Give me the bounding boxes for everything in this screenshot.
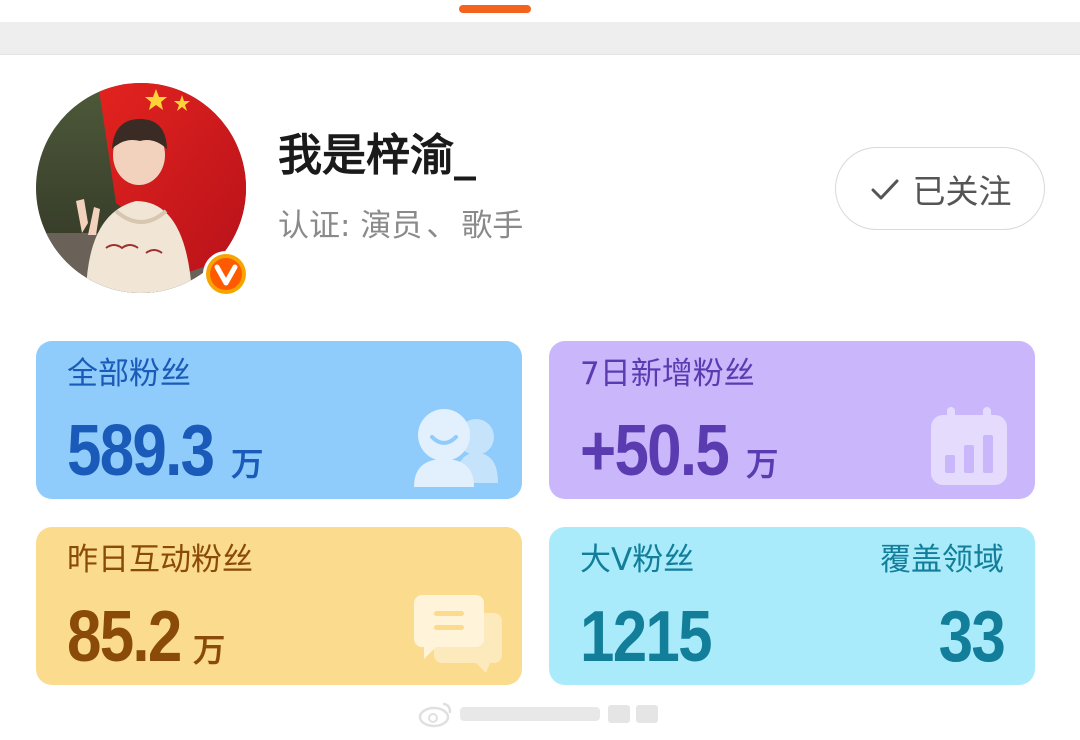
value-unit: 万: [231, 445, 264, 483]
big-v-fans-card[interactable]: 大V粉丝 覆盖领域 1215 33: [549, 527, 1035, 685]
big-v-fans-label: 大V粉丝: [580, 542, 695, 578]
verification-role: 演员: [360, 208, 423, 244]
watermark: [418, 700, 660, 728]
weibo-logo-icon: [418, 702, 452, 728]
value-number: +50.5: [580, 411, 730, 491]
interactive-fans-value: 85.2 万: [67, 597, 225, 685]
coverage-fields-value: 33: [928, 597, 1006, 685]
top-bar: [0, 0, 1080, 22]
value-unit: 万: [193, 631, 226, 669]
big-v-fans-value: 1215: [580, 597, 732, 685]
card-label: 7日新增粉丝: [580, 356, 755, 392]
smiley-people-icon: [414, 409, 498, 487]
calendar-chart-icon: [931, 407, 1007, 485]
total-fans-value: 589.3 万: [67, 411, 263, 499]
verification-separator: 、: [426, 208, 458, 244]
verification-label: 认证:: [278, 208, 351, 244]
new-fans-7d-card[interactable]: 7日新增粉丝 +50.5 万: [549, 341, 1035, 499]
section-divider: [0, 22, 1080, 55]
follow-button[interactable]: 已关注: [835, 147, 1045, 230]
value-unit: 万: [746, 445, 779, 483]
follow-button-label: 已关注: [912, 171, 1012, 211]
chat-bubbles-icon: [414, 595, 502, 673]
total-fans-card[interactable]: 全部粉丝 589.3 万: [36, 341, 522, 499]
verified-badge-icon: [202, 250, 250, 298]
value-number: 589.3: [67, 411, 215, 491]
profile-name: 我是梓渝_: [278, 130, 476, 181]
value-number: 1215: [580, 597, 713, 677]
checkmark-icon: [871, 179, 898, 199]
card-label: 昨日互动粉丝: [67, 542, 253, 578]
card-label: 全部粉丝: [67, 356, 191, 392]
active-tab-indicator: [459, 5, 531, 13]
coverage-fields-label: 覆盖领域: [880, 542, 1004, 578]
value-number: 33: [938, 597, 1006, 677]
interactive-fans-card[interactable]: 昨日互动粉丝 85.2 万: [36, 527, 522, 685]
new-fans-7d-value: +50.5 万: [580, 411, 778, 499]
watermark-handle-graphic: [460, 705, 658, 723]
verification-role: 歌手: [461, 208, 524, 244]
value-number: 85.2: [67, 597, 182, 677]
verification-info: 认证: 演员、歌手: [278, 204, 523, 248]
